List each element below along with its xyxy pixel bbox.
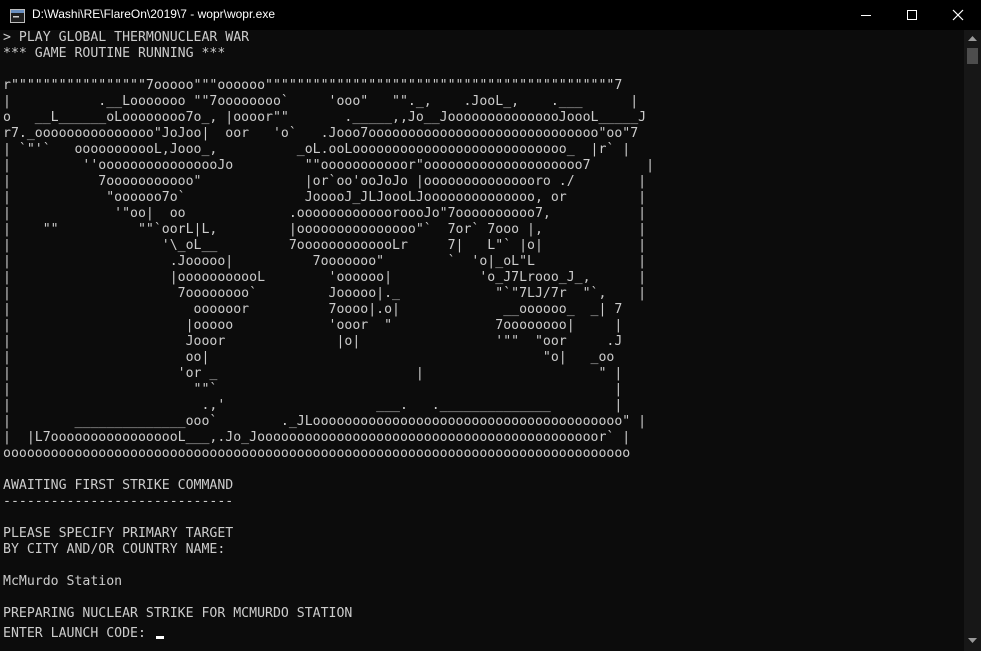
launch-code-prompt: ENTER LAUNCH CODE: bbox=[3, 626, 154, 641]
text-cursor bbox=[155, 636, 164, 639]
maximize-button[interactable] bbox=[889, 0, 935, 30]
maximize-icon bbox=[907, 10, 917, 20]
window-title: D:\Washi\RE\FlareOn\2019\7 - wopr\wopr.e… bbox=[32, 7, 275, 21]
input-line[interactable]: ENTER LAUNCH CODE: bbox=[0, 622, 964, 642]
minimize-icon bbox=[861, 15, 871, 16]
scroll-down-arrow-icon[interactable] bbox=[964, 634, 981, 646]
console-output[interactable]: > PLAY GLOBAL THERMONUCLEAR WAR *** GAME… bbox=[0, 30, 964, 651]
scrollbar-thumb[interactable] bbox=[967, 48, 978, 64]
console-text: > PLAY GLOBAL THERMONUCLEAR WAR *** GAME… bbox=[3, 30, 655, 621]
vertical-scrollbar[interactable] bbox=[964, 30, 981, 651]
console-app-icon bbox=[10, 8, 25, 23]
close-button[interactable] bbox=[935, 0, 981, 30]
scroll-up-arrow-icon[interactable] bbox=[964, 33, 981, 45]
minimize-button[interactable] bbox=[843, 0, 889, 30]
close-icon bbox=[952, 9, 964, 21]
window-titlebar[interactable]: D:\Washi\RE\FlareOn\2019\7 - wopr\wopr.e… bbox=[0, 0, 981, 30]
